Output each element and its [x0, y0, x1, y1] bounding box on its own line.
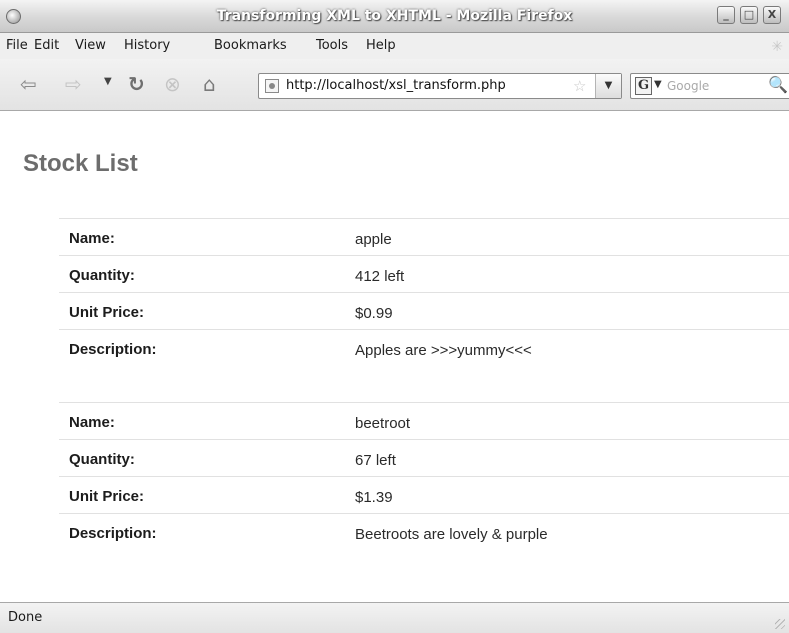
history-dropdown-icon[interactable]: ▼: [104, 76, 112, 87]
url-history-dropdown-icon[interactable]: ▼: [595, 74, 621, 98]
menu-view[interactable]: View: [75, 38, 106, 53]
row-value: 412 left: [355, 268, 405, 285]
menu-bar: File Edit View History Bookmarks Tools H…: [0, 33, 789, 59]
close-button[interactable]: X: [763, 6, 781, 24]
minimize-button[interactable]: _: [717, 6, 735, 24]
row-label: Quantity:: [69, 451, 135, 468]
table-row: Quantity: 412 left: [59, 255, 789, 292]
url-bar[interactable]: http://localhost/xsl_transform.php ☆ ▼: [258, 73, 622, 99]
status-bar: Done: [0, 602, 789, 633]
menu-help[interactable]: Help: [366, 38, 396, 53]
row-value: Beetroots are lovely & purple: [355, 526, 548, 543]
row-label: Name:: [69, 230, 115, 247]
home-icon[interactable]: ⌂: [203, 73, 216, 95]
table-row: Unit Price: $1.39: [59, 476, 789, 513]
menu-file[interactable]: File: [6, 38, 28, 53]
row-label: Name:: [69, 414, 115, 431]
google-engine-icon[interactable]: G: [635, 77, 652, 95]
activity-throbber-icon: ✳: [771, 39, 783, 55]
table-row: Name: beetroot: [59, 402, 789, 439]
row-value: $1.39: [355, 489, 393, 506]
window-title: Transforming XML to XHTML - Mozilla Fire…: [216, 8, 573, 24]
row-label: Quantity:: [69, 267, 135, 284]
menu-bookmarks[interactable]: Bookmarks: [214, 38, 287, 53]
page-title: Stock List: [23, 150, 138, 177]
site-identity-icon[interactable]: [265, 79, 279, 93]
bookmark-star-icon[interactable]: ☆: [573, 77, 586, 95]
search-input[interactable]: [667, 77, 762, 95]
stop-icon[interactable]: ⊗: [164, 73, 181, 95]
navigation-toolbar: ⇦ ⇨ ▼ ↻ ⊗ ⌂ http://localhost/xsl_transfo…: [0, 59, 789, 111]
back-arrow-icon[interactable]: ⇦: [20, 73, 37, 95]
row-value: Apples are >>>yummy<<<: [355, 342, 532, 359]
status-text: Done: [8, 610, 43, 625]
table-row: Quantity: 67 left: [59, 439, 789, 476]
table-row: Description: Beetroots are lovely & purp…: [59, 513, 789, 550]
row-label: Unit Price:: [69, 488, 145, 505]
menu-edit[interactable]: Edit: [34, 38, 59, 53]
table-row: Unit Price: $0.99: [59, 292, 789, 329]
forward-arrow-icon[interactable]: ⇨: [65, 73, 82, 95]
table-row: Description: Apples are >>>yummy<<<: [59, 329, 789, 366]
engine-dropdown-icon[interactable]: ▼: [654, 79, 662, 90]
row-value: $0.99: [355, 305, 393, 322]
page-content: Stock List Name: apple Quantity: 412 lef…: [0, 111, 789, 602]
row-label: Description:: [69, 341, 157, 358]
table-row: Name: apple: [59, 218, 789, 255]
window-titlebar[interactable]: Transforming XML to XHTML - Mozilla Fire…: [0, 0, 789, 33]
row-label: Description:: [69, 525, 157, 542]
url-text[interactable]: http://localhost/xsl_transform.php: [286, 78, 506, 93]
reload-icon[interactable]: ↻: [128, 73, 145, 95]
menu-tools[interactable]: Tools: [316, 38, 348, 53]
row-value: 67 left: [355, 452, 396, 469]
search-magnifier-icon[interactable]: 🔍: [768, 75, 788, 94]
row-label: Unit Price:: [69, 304, 145, 321]
search-box[interactable]: G ▼ 🔍: [630, 73, 789, 99]
row-value: apple: [355, 231, 392, 248]
menu-history[interactable]: History: [124, 38, 170, 53]
maximize-button[interactable]: □: [740, 6, 758, 24]
row-value: beetroot: [355, 415, 411, 432]
resize-grip-icon[interactable]: [775, 619, 785, 629]
